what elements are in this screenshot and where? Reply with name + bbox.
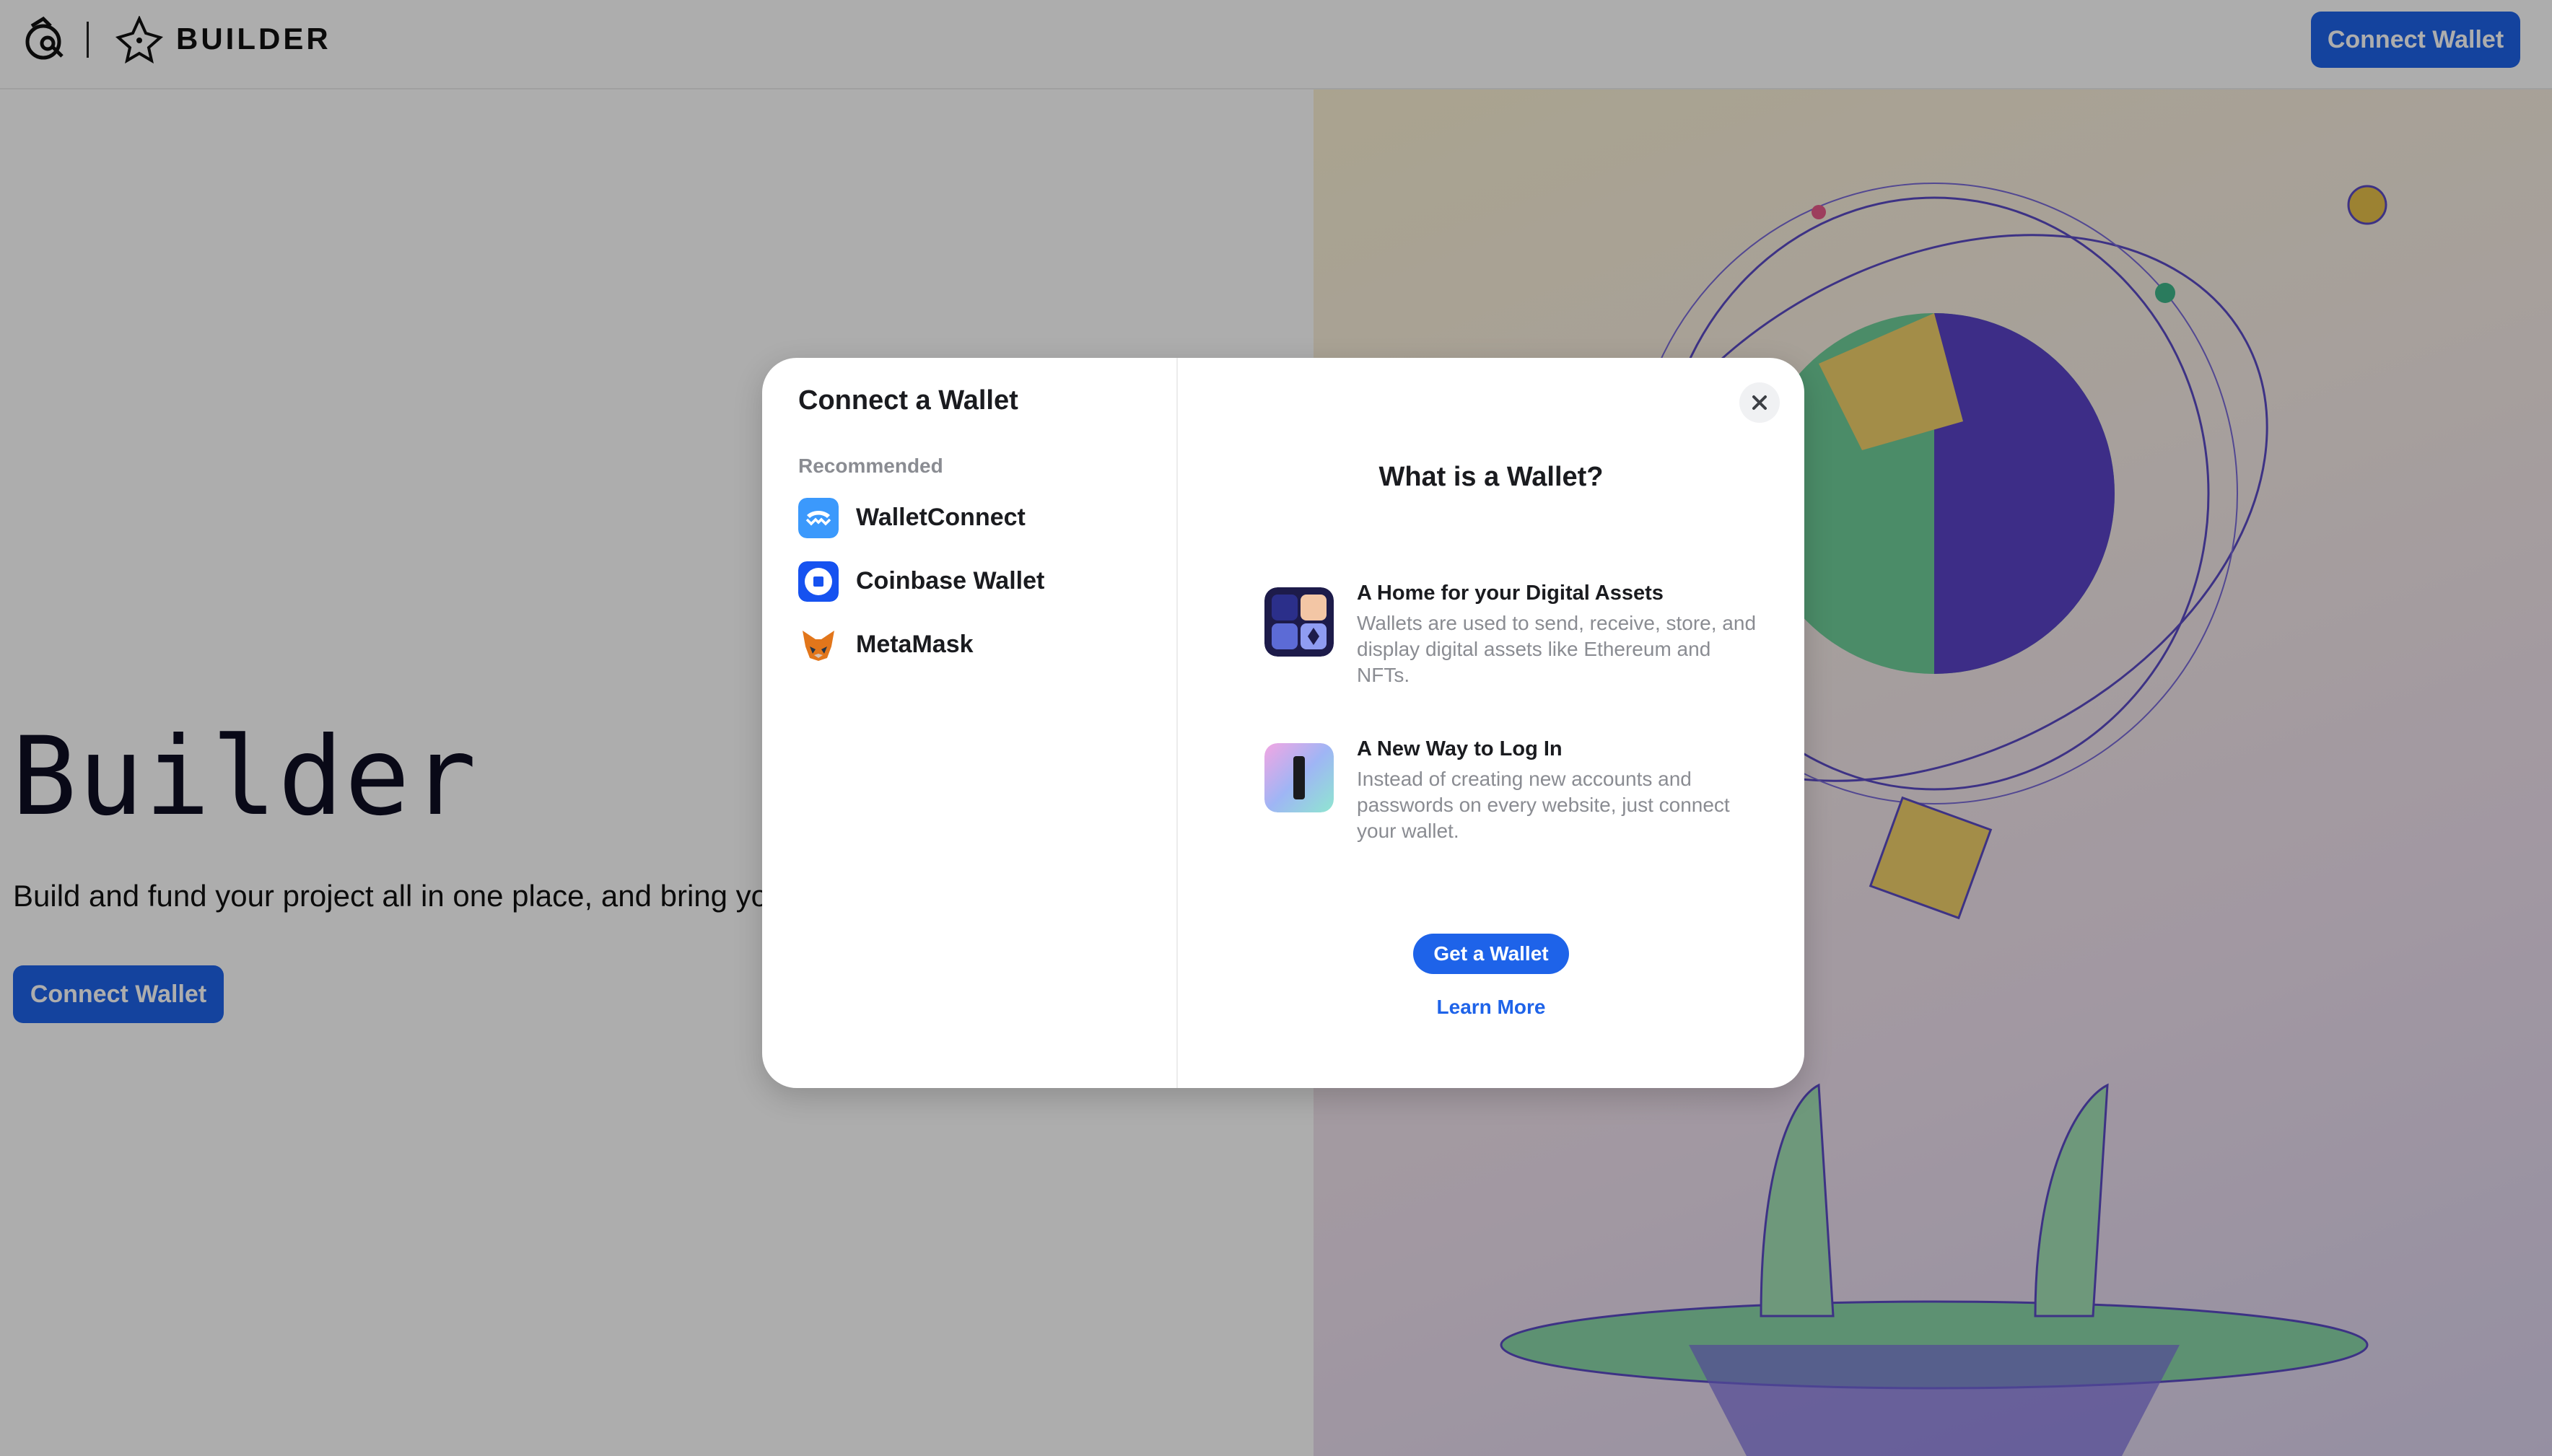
walletconnect-icon <box>798 498 839 538</box>
modal-title: Connect a Wallet <box>798 385 1018 416</box>
info-title: A Home for your Digital Assets <box>1357 582 1664 605</box>
info-description: Instead of creating new accounts and pas… <box>1357 768 1730 842</box>
info-digital-assets: A Home for your Digital Assets Wallets a… <box>1264 582 1770 690</box>
info-new-login: A New Way to Log In Instead of creating … <box>1264 737 1770 846</box>
coinbase-wallet-icon <box>798 561 839 602</box>
wallet-option-label: WalletConnect <box>856 504 1026 531</box>
info-title: A New Way to Log In <box>1357 737 1563 760</box>
metamask-fox-icon <box>803 631 834 661</box>
wallet-option-walletconnect[interactable]: WalletConnect <box>788 489 1149 544</box>
wallet-option-metamask[interactable]: MetaMask <box>788 616 1149 671</box>
connect-wallet-modal: Connect a Wallet Recommended WalletConne… <box>762 358 1804 1088</box>
close-icon <box>1752 395 1767 410</box>
digital-assets-icon <box>1264 587 1334 657</box>
wallet-option-label: MetaMask <box>856 631 974 658</box>
wallet-option-coinbase[interactable]: Coinbase Wallet <box>788 553 1149 608</box>
wallet-list-panel: Connect a Wallet Recommended WalletConne… <box>762 358 1178 1088</box>
learn-more-link[interactable]: Learn More <box>1178 996 1804 1019</box>
close-modal-button[interactable] <box>1739 382 1780 423</box>
get-a-wallet-button[interactable]: Get a Wallet <box>1413 934 1569 974</box>
what-is-wallet-title: What is a Wallet? <box>1378 462 1604 492</box>
info-description: Wallets are used to send, receive, store… <box>1357 612 1757 686</box>
wallet-option-label: Coinbase Wallet <box>856 567 1045 595</box>
recommended-label: Recommended <box>798 455 943 477</box>
login-key-icon <box>1264 743 1334 812</box>
